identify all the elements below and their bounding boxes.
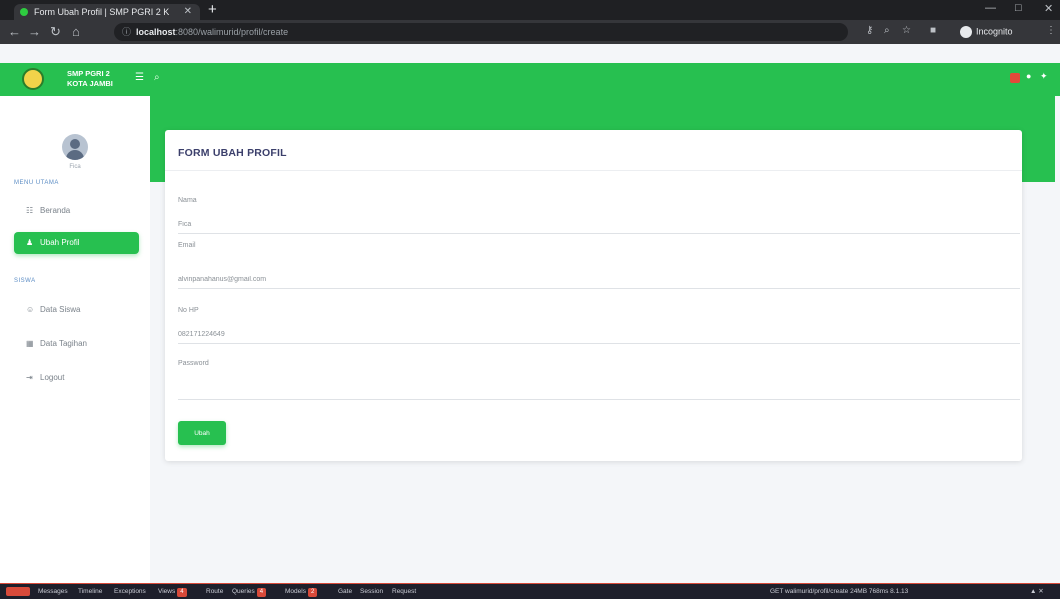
avatar-head xyxy=(70,139,80,149)
submit-button[interactable]: Ubah xyxy=(178,421,226,445)
incognito-indicator[interactable]: Incognito xyxy=(960,26,1013,38)
name-label: Nama xyxy=(178,197,197,204)
section-label-main: MENU UTAMA xyxy=(14,180,59,186)
sidebar-item-label: Beranda xyxy=(40,206,71,215)
favicon-icon xyxy=(20,8,28,16)
maximize-icon[interactable]: □ xyxy=(1015,2,1022,14)
app-topbar: ⌕ ● ✦ xyxy=(150,63,1060,96)
avatar-body xyxy=(66,150,84,160)
incognito-label: Incognito xyxy=(976,26,1013,37)
key-icon[interactable]: ⚷ xyxy=(866,25,873,36)
page-title: FORM UBAH PROFIL xyxy=(178,147,287,159)
sidebar-item-label: Logout xyxy=(40,373,65,382)
sidebar-item-data-tagihan[interactable]: ▦ Data Tagihan xyxy=(14,333,139,355)
address-host: localhost xyxy=(136,27,176,37)
site-info-icon[interactable]: ⓘ xyxy=(122,23,131,41)
language-flag-icon[interactable] xyxy=(1010,73,1020,83)
avatar xyxy=(62,134,88,160)
email-label: Email xyxy=(178,242,196,249)
sidebar-item-ubah-profil[interactable]: ♟ Ubah Profil xyxy=(14,232,139,254)
reload-icon[interactable]: ↻ xyxy=(50,24,61,40)
brand-line-1: SMP PGRI 2 xyxy=(67,69,110,78)
forward-icon[interactable]: → xyxy=(28,24,41,40)
school-logo xyxy=(22,68,44,90)
browser-menu-icon[interactable]: ⋮ xyxy=(1046,25,1056,36)
debug-tab-exceptions[interactable]: Exceptions xyxy=(114,584,146,599)
debug-tab-label: Views xyxy=(158,588,176,595)
notification-icon[interactable]: ● xyxy=(1026,71,1031,81)
home-icon[interactable]: ⌂ xyxy=(72,24,80,40)
sidebar: Fica MENU UTAMA ☷ Beranda ♟ Ubah Profil SI… xyxy=(0,96,150,583)
logout-icon: ⇥ xyxy=(26,373,33,382)
debug-tab-queries[interactable]: Queries 4 xyxy=(232,584,267,599)
zoom-icon[interactable]: ⌕ xyxy=(884,25,890,36)
tab-title: Form Ubah Profil | SMP PGRI 2 K xyxy=(34,7,170,17)
users-icon: ☺ xyxy=(26,305,35,314)
address-path: :8080/walimurid/profil/create xyxy=(175,27,289,37)
new-tab-icon[interactable]: + xyxy=(208,2,217,18)
views-count-badge: 4 xyxy=(177,588,187,597)
address-bar[interactable]: ⓘ localhost:8080/walimurid/profil/create xyxy=(114,23,848,41)
user-icon: ♟ xyxy=(26,238,34,247)
back-icon[interactable]: ← xyxy=(8,24,21,40)
phone-field[interactable] xyxy=(178,326,1020,344)
brand-line-2: KOTA JAMBI xyxy=(67,79,113,88)
debug-tab-label: Queries xyxy=(232,588,255,595)
sidebar-item-label: Data Tagihan xyxy=(40,339,87,348)
debug-tab-views[interactable]: Views 4 xyxy=(158,584,187,599)
sidebar-item-beranda[interactable]: ☷ Beranda xyxy=(14,200,139,222)
browser-tab-bar: Form Ubah Profil | SMP PGRI 2 K ✕ + — □ … xyxy=(0,0,1060,20)
password-field[interactable] xyxy=(178,382,1020,400)
sidebar-item-label: Ubah Profil xyxy=(40,238,80,247)
debug-tab-label: Models xyxy=(285,588,306,595)
debug-tab-messages[interactable]: Messages xyxy=(38,584,68,599)
bookmark-star-icon[interactable]: ☆ xyxy=(902,25,911,36)
browser-toolbar: ← → ↻ ⌂ ⓘ localhost:8080/walimurid/profi… xyxy=(0,20,1060,44)
password-label: Password xyxy=(178,360,209,367)
card-divider xyxy=(165,170,1022,171)
debug-tab-gate[interactable]: Gate xyxy=(338,584,352,599)
sidebar-item-label: Data Siswa xyxy=(40,305,81,314)
debug-tab-request[interactable]: Request xyxy=(392,584,416,599)
extensions-icon[interactable]: ■ xyxy=(930,25,936,36)
queries-count-badge: 4 xyxy=(256,588,267,597)
grid-icon: ☷ xyxy=(26,206,34,215)
incognito-icon xyxy=(960,26,972,38)
browser-tab[interactable]: Form Ubah Profil | SMP PGRI 2 K ✕ xyxy=(14,4,200,20)
app-brand: SMP PGRI 2 KOTA JAMBI ☰ xyxy=(0,63,150,96)
sidebar-item-logout[interactable]: ⇥ Logout xyxy=(14,367,139,389)
sidebar-user-name: Fica xyxy=(69,164,81,170)
tab-close-icon[interactable]: ✕ xyxy=(184,4,192,20)
debug-tab-session[interactable]: Session xyxy=(360,584,383,599)
minimize-icon[interactable]: — xyxy=(985,2,996,14)
debugbar-collapse-icon[interactable]: ▲ ✕ xyxy=(1030,584,1044,599)
debugbar-logo-icon[interactable] xyxy=(6,587,30,596)
section-label-siswa: SISWA xyxy=(14,278,36,284)
name-field[interactable] xyxy=(178,216,1020,234)
debug-bar: Messages Timeline Exceptions Views 4 Rout… xyxy=(0,583,1060,599)
menu-toggle-icon[interactable]: ☰ xyxy=(135,72,144,83)
sidebar-item-data-siswa[interactable]: ☺ Data Siswa xyxy=(14,299,139,321)
email-field[interactable] xyxy=(178,271,1020,289)
profile-form-card: FORM UBAH PROFIL Nama Email No HP Passwo… xyxy=(165,130,1022,461)
phone-label: No HP xyxy=(178,307,199,314)
models-count-badge: 2 xyxy=(307,588,318,597)
settings-icon[interactable]: ✦ xyxy=(1040,71,1048,82)
debug-tab-timeline[interactable]: Timeline xyxy=(78,584,102,599)
search-icon[interactable]: ⌕ xyxy=(154,72,160,83)
calendar-icon: ▦ xyxy=(26,339,34,348)
close-window-icon[interactable]: ✕ xyxy=(1044,2,1053,15)
debug-tab-models[interactable]: Models 2 xyxy=(285,584,318,599)
brand-name: SMP PGRI 2 KOTA JAMBI xyxy=(67,69,113,89)
debug-tab-route[interactable]: Route xyxy=(206,584,223,599)
debug-request-info: GET walimurid/profil/create 24MB 768ms 8… xyxy=(770,588,909,595)
